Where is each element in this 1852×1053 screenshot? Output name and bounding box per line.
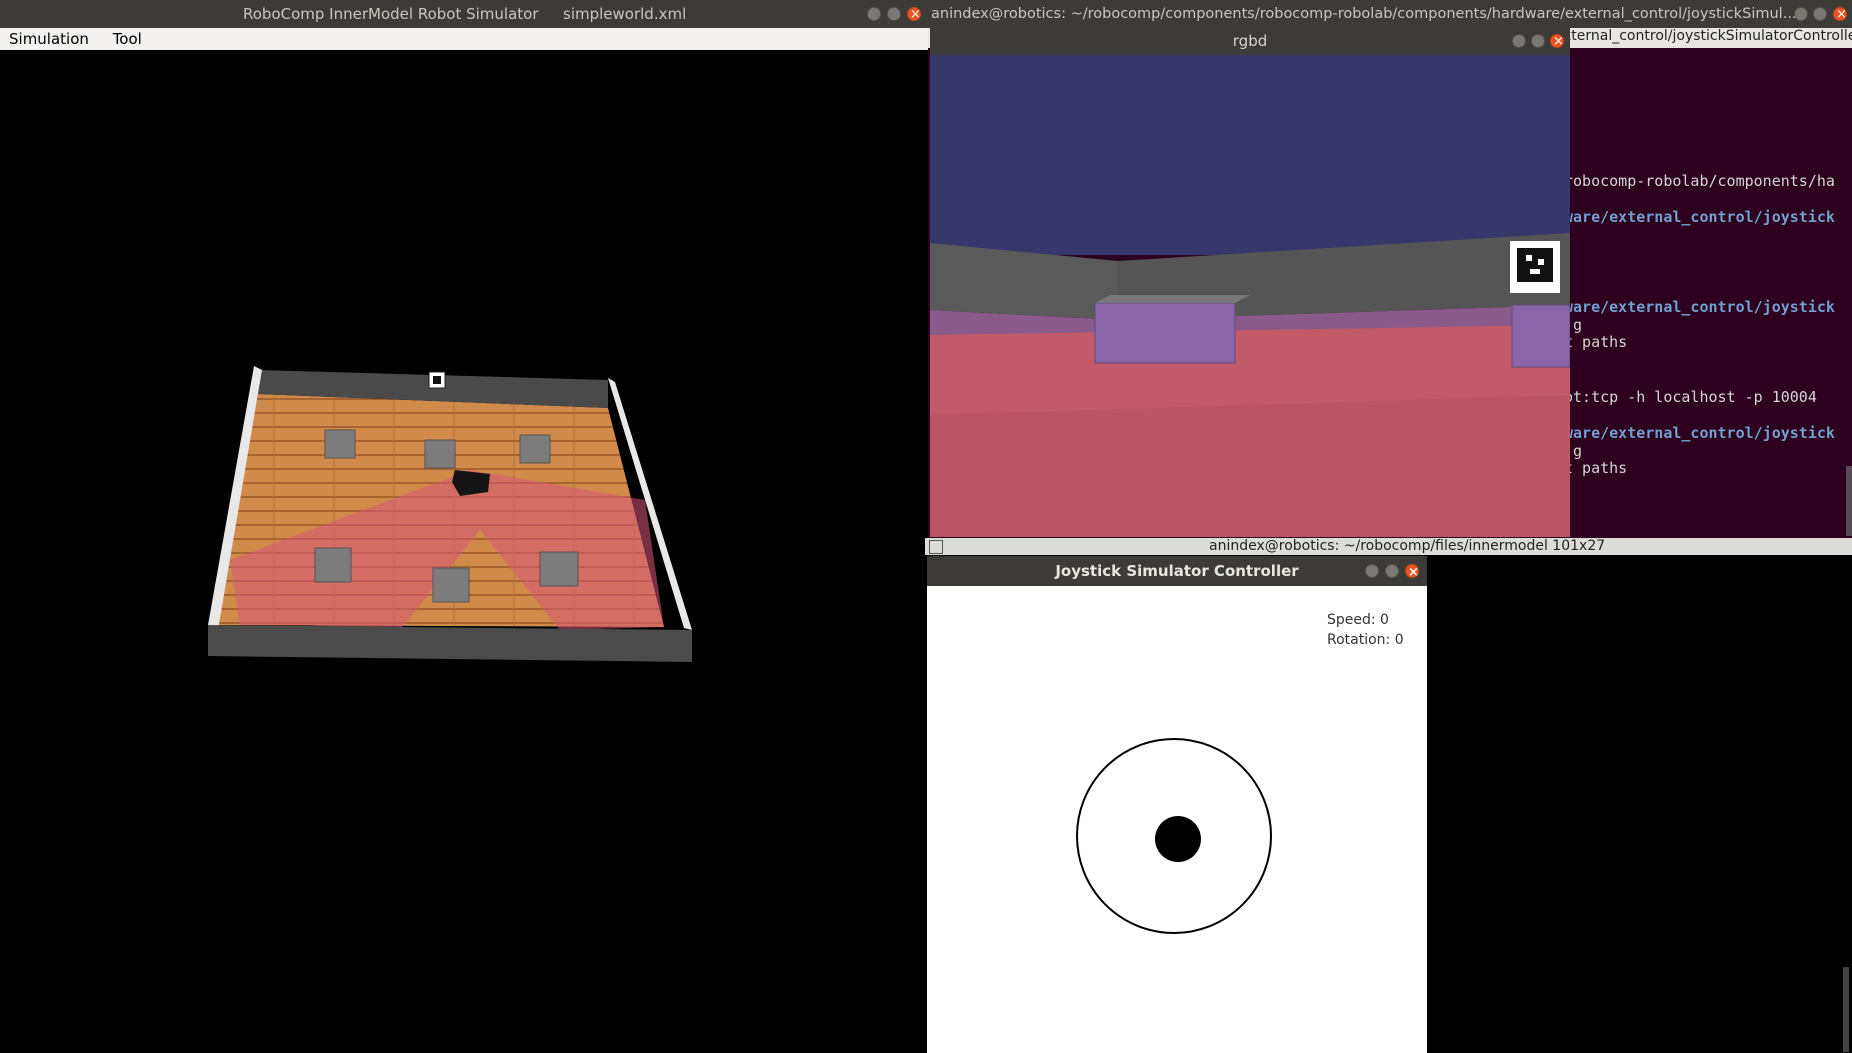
menu-tool[interactable]: Tool [113,30,142,48]
simulator-titlebar[interactable]: RoboComp InnerModel Robot Simulator simp… [0,0,928,29]
terminal-line: ware/external_control/joystick [1564,298,1835,316]
menu-simulation[interactable]: Simulation [9,30,89,48]
terminal-line: ot:tcp -h localhost -p 10004 [1564,388,1817,406]
box [1094,302,1236,364]
terminal-title: anindex@robotics: ~/robocomp/components/… [931,6,1797,22]
joystick-titlebar[interactable]: Joystick Simulator Controller [927,556,1427,588]
close-icon[interactable] [1833,1,1847,29]
terminal-line: ware/external_control/joystick [1564,208,1835,226]
close-icon[interactable] [1550,28,1564,56]
speed-label: Speed: 0 [1327,612,1389,628]
rgbd-camera-view [930,55,1570,537]
close-icon[interactable] [907,1,921,29]
terminal-tab[interactable]: xternal_control/joystickSimulatorControl… [1563,28,1852,44]
box [1511,304,1570,368]
maximize-icon[interactable] [887,7,901,21]
terminal-line: ware/external_control/joystick [1564,424,1835,442]
box [539,551,579,587]
maximize-icon[interactable] [1813,7,1827,21]
terminal2-title: anindex@robotics: ~/robocomp/files/inner… [1209,538,1606,554]
terminal-line: t paths [1564,333,1628,351]
maximize-icon[interactable] [1531,34,1545,48]
box [519,434,551,464]
terminal-titlebar[interactable]: anindex@robotics: ~/robocomp/components/… [928,0,1852,29]
rgbd-title: rgbd [1232,32,1268,50]
box [314,547,352,583]
simulator-file-title: simpleworld.xml [563,5,687,23]
simulator-3d-view[interactable] [0,50,926,1053]
simulator-title: RoboComp InnerModel Robot Simulator [243,5,539,23]
front-wall [208,625,692,662]
terminal-line: t paths [1564,459,1628,477]
terminal-line: robocomp-robolab/components/ha [1564,172,1835,190]
minimize-icon[interactable] [867,7,881,21]
box [424,439,456,469]
simulator-menubar: Simulation Tool [0,28,928,50]
scrollbar[interactable] [1846,466,1852,536]
box [432,567,470,603]
joystick-title: Joystick Simulator Controller [1055,562,1299,580]
joystick-knob[interactable] [1155,816,1201,862]
minimize-icon[interactable] [1794,7,1808,21]
close-icon[interactable] [1405,558,1419,588]
joystick-panel: Speed: 0 Rotation: 0 [927,586,1427,1053]
rotation-label: Rotation: 0 [1327,632,1404,648]
terminal-icon [929,540,943,554]
minimize-icon[interactable] [1365,564,1379,578]
terminal2-titlebar[interactable]: anindex@robotics: ~/robocomp/files/inner… [925,538,1852,555]
rgbd-titlebar[interactable]: rgbd [930,27,1570,56]
box [324,429,356,459]
minimize-icon[interactable] [1512,34,1526,48]
maximize-icon[interactable] [1385,564,1399,578]
sky [930,55,1570,255]
scrollbar[interactable] [1843,967,1849,1052]
